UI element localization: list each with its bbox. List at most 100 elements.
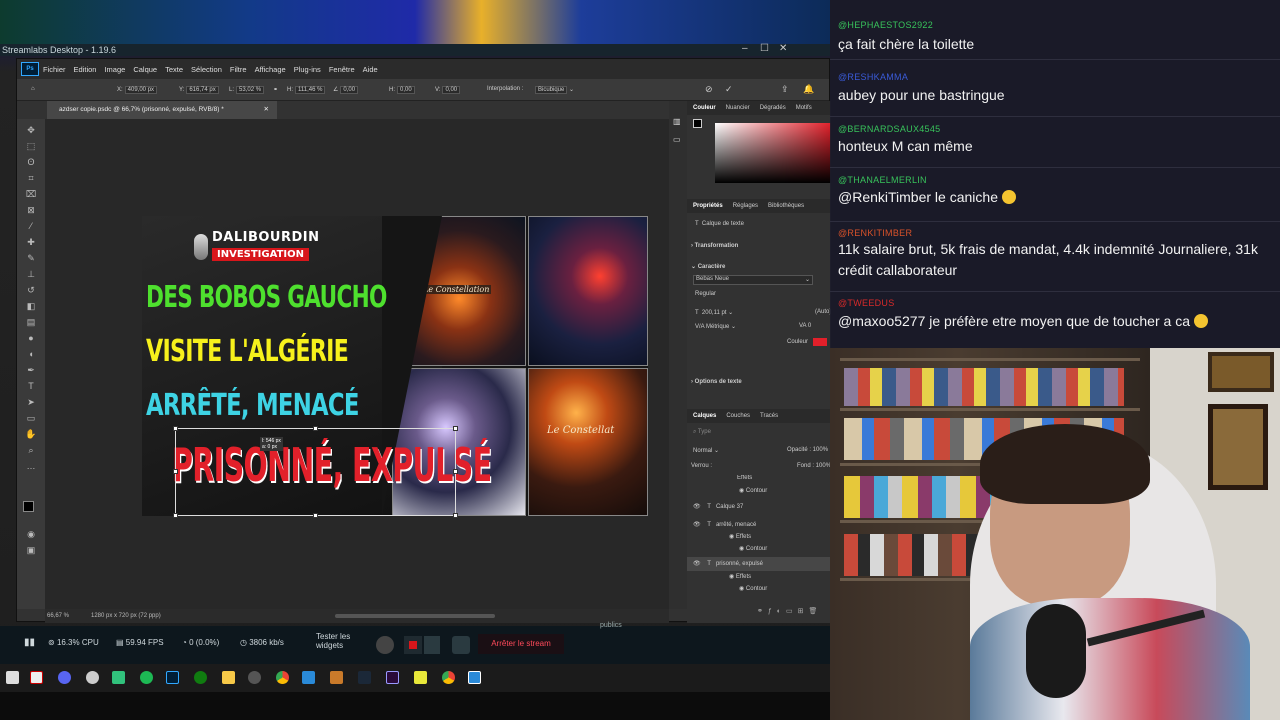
start-icon[interactable] xyxy=(6,671,19,684)
menu-plugins[interactable]: Plug-ins xyxy=(294,65,321,74)
gradient-tool-icon[interactable]: ▤ xyxy=(25,317,37,327)
photoshop-icon[interactable] xyxy=(166,671,179,684)
app-icon[interactable] xyxy=(86,671,99,684)
move-tool-icon[interactable]: ✥ xyxy=(25,125,37,135)
test-widgets-button[interactable]: Tester les widgets xyxy=(316,632,350,650)
width-field[interactable]: L: 53,02 % xyxy=(229,86,265,94)
tab-reglages[interactable]: Réglages xyxy=(733,203,758,209)
menu-calque[interactable]: Calque xyxy=(133,65,157,74)
layer-actions[interactable]: ⚭ƒ◐▭⊞🗑 xyxy=(757,607,822,615)
file-explorer-icon[interactable] xyxy=(222,671,235,684)
hand-tool-icon[interactable]: ✋ xyxy=(25,429,37,439)
fill-field[interactable]: Fond : 100% xyxy=(797,463,831,469)
character-section[interactable]: ⌄ Caractère xyxy=(691,263,725,270)
blur-tool-icon[interactable]: ● xyxy=(25,333,37,343)
chrome-icon[interactable] xyxy=(442,671,455,684)
tracking-field[interactable]: VA 0 xyxy=(799,323,811,329)
stamp-tool-icon[interactable]: ⊥ xyxy=(25,269,37,279)
tab-bibliotheques[interactable]: Bibliothèques xyxy=(768,203,804,209)
minimize-icon[interactable]: – xyxy=(742,43,748,54)
menu-image[interactable]: Image xyxy=(104,65,125,74)
brush-tool-icon[interactable]: ✎ xyxy=(25,253,37,263)
tab-couleur[interactable]: Couleur xyxy=(693,105,716,111)
font-style-select[interactable]: Regular xyxy=(695,291,716,297)
link-icon[interactable]: ⚭ xyxy=(273,86,278,93)
tab-traces[interactable]: Tracés xyxy=(760,413,778,419)
quick-mask-icon[interactable]: ◉ xyxy=(25,529,37,539)
font-family-select[interactable]: Bebas Neue ⌄ xyxy=(693,275,813,285)
text-options-section[interactable]: › Options de texte xyxy=(691,379,742,385)
rectangle-tool-icon[interactable]: ▭ xyxy=(25,413,37,423)
transform-handle[interactable] xyxy=(173,513,178,518)
transform-handle[interactable] xyxy=(313,426,318,431)
camera-icon[interactable] xyxy=(452,636,470,654)
layer-row[interactable]: ◉ Contour xyxy=(739,487,767,494)
layer-filter-search[interactable]: ⌕ Type xyxy=(693,429,711,436)
menu-fichier[interactable]: Fichier xyxy=(43,65,66,74)
object-select-tool-icon[interactable]: ⌗ xyxy=(25,173,37,183)
share-icon[interactable]: ⇪ xyxy=(781,84,789,95)
layer-row[interactable]: ◉ Contour xyxy=(739,585,767,592)
menu-affichage[interactable]: Affichage xyxy=(255,65,286,74)
more-tools-icon[interactable]: … xyxy=(25,461,37,471)
premiere-icon[interactable] xyxy=(386,671,399,684)
pen-tool-icon[interactable]: ✒ xyxy=(25,365,37,375)
menu-texte[interactable]: Texte xyxy=(165,65,183,74)
tab-motifs[interactable]: Motifs xyxy=(796,105,812,111)
tab-calques[interactable]: Calques xyxy=(693,413,716,419)
dodge-tool-icon[interactable]: ◖ xyxy=(25,349,37,359)
notification-icon[interactable]: 🔔 xyxy=(803,84,814,95)
y-field[interactable]: Y: 616,74 px xyxy=(179,86,219,94)
maximize-icon[interactable]: ☐ xyxy=(760,43,769,54)
comments-panel-icon[interactable]: ▭ xyxy=(673,135,681,144)
transform-bounding-box[interactable]: l: 546 px a: 0 px xyxy=(173,426,458,518)
menu-selection[interactable]: Sélection xyxy=(191,65,222,74)
spotify-icon[interactable] xyxy=(140,671,153,684)
tab-nuancier[interactable]: Nuancier xyxy=(726,105,750,111)
blend-mode-select[interactable]: Normal ⌄ xyxy=(693,447,719,454)
document-tab[interactable]: azdser copie.psdc @ 66,7% (prisonné, exp… xyxy=(47,101,277,119)
h-skew-field[interactable]: H: 0,00 xyxy=(389,86,415,94)
transform-handle[interactable] xyxy=(313,513,318,518)
eyedropper-tool-icon[interactable]: ⁄ xyxy=(25,221,37,231)
screen-mode-icon[interactable]: ▣ xyxy=(25,545,37,555)
color-picker-field[interactable] xyxy=(715,123,831,183)
cancel-transform-icon[interactable]: ⊘ xyxy=(705,84,713,95)
layer-row[interactable]: 👁 T arrêté, menacé xyxy=(693,521,756,528)
history-panel-icon[interactable]: ▥ xyxy=(673,117,681,126)
layer-row-selected[interactable]: 👁 T prisonné, expulsé xyxy=(687,557,831,571)
marquee-tool-icon[interactable]: ⬚ xyxy=(25,141,37,151)
layer-row[interactable]: Effets xyxy=(737,475,752,481)
kerning-select[interactable]: V/A Métrique ⌄ xyxy=(695,323,736,330)
menu-fenetre[interactable]: Fenêtre xyxy=(329,65,355,74)
stats-icon[interactable]: ▮▮ xyxy=(24,637,35,648)
opacity-field[interactable]: Opacité : 100% xyxy=(787,447,828,453)
home-icon[interactable]: ⌂ xyxy=(31,86,35,92)
menu-aide[interactable]: Aide xyxy=(363,65,378,74)
save-replay-icon[interactable] xyxy=(424,636,440,654)
transform-handle[interactable] xyxy=(453,469,458,474)
layer-row[interactable]: ◉ Effets xyxy=(729,573,751,580)
tab-degrades[interactable]: Dégradés xyxy=(760,105,786,111)
history-brush-icon[interactable]: ↺ xyxy=(25,285,37,295)
chrome-icon[interactable] xyxy=(276,671,289,684)
zoom-tool-icon[interactable]: ⌕ xyxy=(25,445,37,455)
x-field[interactable]: X: 409,00 px xyxy=(117,86,158,94)
transform-handle[interactable] xyxy=(453,426,458,431)
steam-icon[interactable] xyxy=(358,671,371,684)
frame-tool-icon[interactable]: ⊠ xyxy=(25,205,37,215)
transformation-section[interactable]: › Transformation xyxy=(691,243,738,249)
layer-row[interactable]: 👁 T Calque 37 xyxy=(693,503,743,510)
replay-buffer-button[interactable] xyxy=(404,636,422,654)
app-icon[interactable] xyxy=(468,671,481,684)
xbox-icon[interactable] xyxy=(194,671,207,684)
close-icon[interactable]: ✕ xyxy=(779,43,787,54)
transform-handle[interactable] xyxy=(173,469,178,474)
foreground-color-swatch[interactable] xyxy=(23,501,34,512)
path-select-tool-icon[interactable]: ➤ xyxy=(25,397,37,407)
commit-transform-icon[interactable]: ✓ xyxy=(725,84,733,95)
height-field[interactable]: H: 111,46 % xyxy=(287,86,326,94)
lasso-tool-icon[interactable]: ʘ xyxy=(25,157,37,167)
zoom-level[interactable]: 66,67 % xyxy=(47,609,69,623)
v-skew-field[interactable]: V: 0,00 xyxy=(435,86,461,94)
